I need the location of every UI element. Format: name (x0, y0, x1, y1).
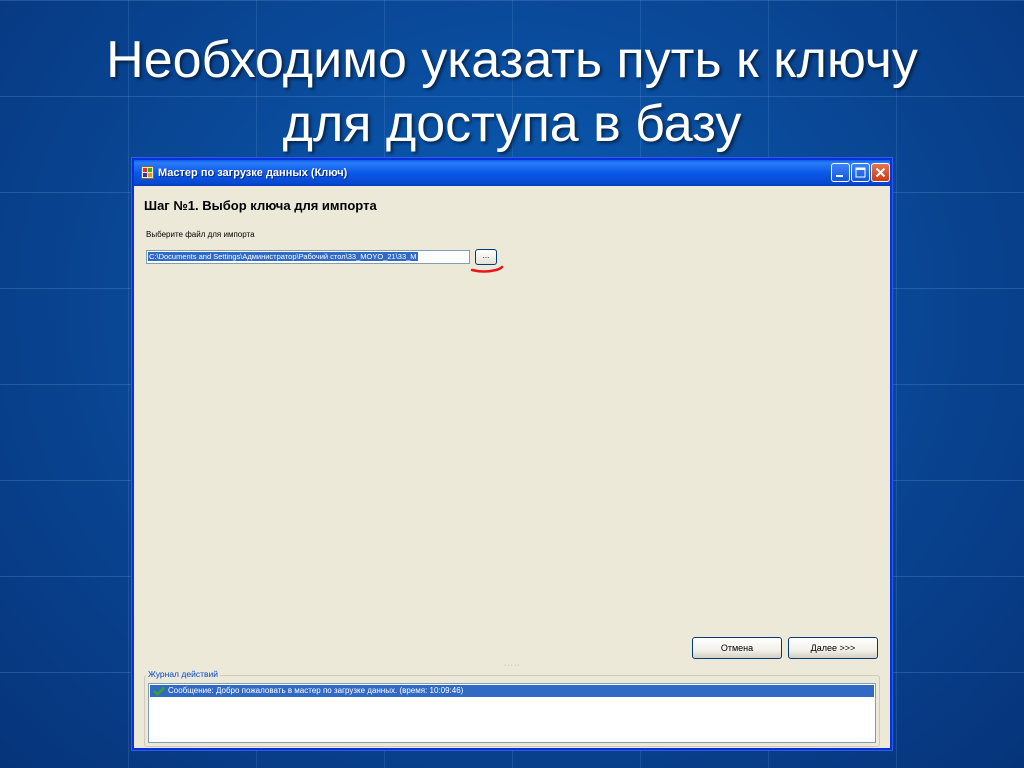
splitter-handle[interactable]: ····· (504, 662, 521, 669)
file-path-text: C:\Documents and Settings\Администратор\… (148, 252, 418, 261)
wizard-window: Мастер по загрузке данных (Ключ) Шаг №1.… (132, 158, 892, 750)
maximize-icon (855, 167, 866, 178)
cancel-button[interactable]: Отмена (692, 637, 782, 659)
red-underline-annotation (470, 265, 504, 273)
app-window-icon (141, 166, 154, 179)
slide-title-line-2: для доступа в базу (282, 95, 742, 153)
file-label: Выберите файл для импорта (146, 230, 255, 239)
browse-button[interactable]: ... (475, 249, 497, 265)
log-entry[interactable]: Сообщение: Добро пожаловать в мастер по … (150, 685, 874, 697)
close-icon (875, 167, 886, 178)
log-list[interactable]: Сообщение: Добро пожаловать в мастер по … (148, 683, 876, 743)
log-entry-text: Сообщение: Добро пожаловать в мастер по … (168, 686, 464, 695)
close-button[interactable] (871, 163, 890, 182)
file-path-input[interactable]: C:\Documents and Settings\Администратор\… (146, 250, 470, 264)
slide-title: Необходимо указать путь к ключу для дост… (0, 28, 1024, 156)
maximize-button[interactable] (851, 163, 870, 182)
check-icon (153, 686, 165, 696)
step-heading: Шаг №1. Выбор ключа для импорта (144, 198, 377, 213)
log-legend: Журнал действий (146, 669, 220, 679)
minimize-button[interactable] (831, 163, 850, 182)
window-titlebar[interactable]: Мастер по загрузке данных (Ключ) (134, 160, 890, 186)
window-title: Мастер по загрузке данных (Ключ) (158, 167, 348, 179)
next-button[interactable]: Далее >>> (788, 637, 878, 659)
minimize-icon (836, 175, 843, 177)
slide-title-line-1: Необходимо указать путь к ключу (106, 31, 918, 89)
